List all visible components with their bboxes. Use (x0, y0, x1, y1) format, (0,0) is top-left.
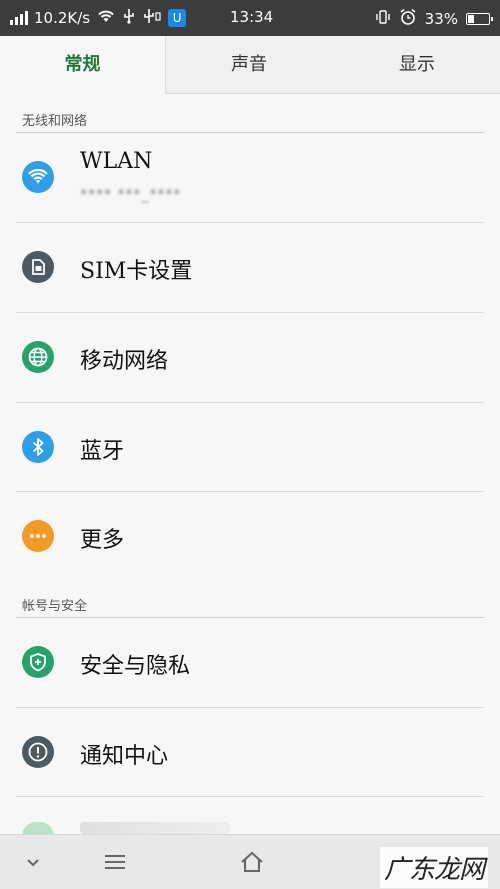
tab-display[interactable]: 显示 (334, 36, 500, 94)
settings-item-label: 更多 (80, 528, 125, 553)
settings-item-label: 安全与隐私 (80, 654, 191, 679)
app-notification-icon: U (168, 9, 187, 27)
usb-icon (122, 8, 136, 28)
battery-icon (466, 13, 493, 25)
section-header-wireless: 无线和网络 (22, 114, 88, 129)
network-speed: 10.2K/s (34, 9, 91, 27)
menu-icon[interactable] (100, 847, 130, 877)
alarm-icon (399, 8, 417, 30)
globe-icon (22, 341, 54, 373)
chevron-down-icon[interactable] (18, 847, 48, 877)
settings-item-label: 移动网络 (80, 349, 169, 374)
settings-item-mobile-network[interactable]: 移动网络 (0, 313, 500, 402)
sim-card-icon (22, 251, 54, 283)
tab-sound[interactable]: 声音 (166, 36, 332, 94)
bluetooth-icon (22, 431, 54, 463)
clock: 13:34 (230, 8, 274, 26)
settings-item-bluetooth[interactable]: 蓝牙 (0, 403, 500, 492)
row-divider (16, 796, 484, 797)
signal-icon (10, 11, 28, 25)
settings-item-wlan[interactable]: WLAN **** ***_**** (0, 133, 500, 222)
battery-percent: 33% (424, 10, 458, 28)
settings-item-label: 通知中心 (80, 744, 169, 769)
settings-item-label: 蓝牙 (80, 439, 125, 464)
status-right: 33% (375, 8, 493, 30)
watermark-logo: 广东龙网 (379, 847, 488, 888)
settings-item-label: SIM卡设置 (80, 259, 193, 284)
settings-tabs: 常规 声音 显示 (0, 36, 500, 94)
usb-debug-icon (142, 8, 162, 28)
shield-icon (22, 646, 54, 678)
status-bar: 10.2K/s U 13:34 33% (0, 0, 500, 36)
wlan-network-name: **** ***_**** (80, 187, 182, 203)
tab-general[interactable]: 常规 (0, 36, 166, 94)
more-icon (22, 520, 54, 552)
status-left: 10.2K/s U (10, 8, 187, 28)
settings-item-security[interactable]: 安全与隐私 (0, 618, 500, 707)
settings-item-sim[interactable]: SIM卡设置 (0, 223, 500, 312)
bottom-navigation-bar: 广东龙网 (0, 834, 500, 889)
settings-item-notification-center[interactable]: 通知中心 (0, 708, 500, 797)
settings-item-label: WLAN (80, 149, 153, 174)
vibrate-icon (375, 9, 391, 29)
settings-item-more[interactable]: 更多 (0, 492, 500, 581)
partial-item-label (80, 822, 230, 834)
wifi-status-icon (96, 8, 116, 28)
wifi-icon (22, 161, 54, 193)
alert-icon (22, 736, 54, 768)
section-header-account: 帐号与安全 (22, 599, 88, 614)
home-icon[interactable] (237, 847, 267, 877)
